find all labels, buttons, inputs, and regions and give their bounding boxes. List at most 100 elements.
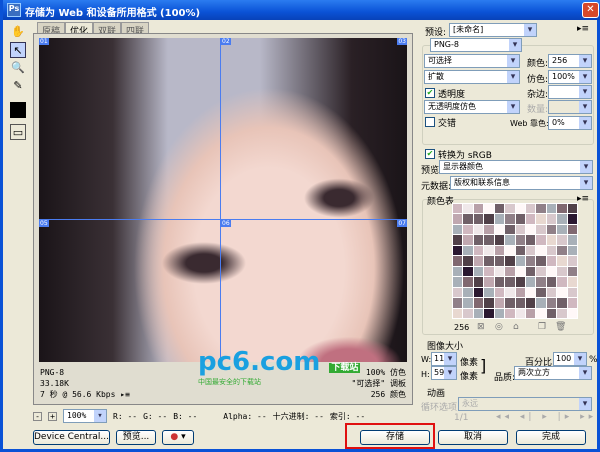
dither-algorithm-select[interactable]: 扩散 bbox=[424, 70, 520, 84]
color-swatch[interactable] bbox=[505, 298, 515, 308]
new-color-icon[interactable]: ❐ bbox=[538, 322, 546, 332]
color-swatch[interactable] bbox=[536, 245, 546, 256]
color-swatch[interactable] bbox=[567, 277, 577, 287]
color-swatch[interactable] bbox=[505, 287, 515, 298]
color-table-grid[interactable] bbox=[452, 203, 578, 319]
color-swatch[interactable] bbox=[546, 204, 557, 214]
color-swatch[interactable] bbox=[453, 235, 463, 245]
slice-label[interactable]: 01 bbox=[39, 38, 49, 45]
color-swatch[interactable] bbox=[515, 287, 525, 298]
color-swatch[interactable] bbox=[546, 256, 557, 266]
color-swatch[interactable] bbox=[546, 277, 557, 287]
color-swatch[interactable] bbox=[546, 287, 557, 298]
transparency-checkbox[interactable]: ✔ bbox=[425, 88, 435, 98]
color-swatch[interactable] bbox=[505, 256, 515, 266]
menu-icon[interactable]: ▸≡ bbox=[120, 390, 130, 399]
color-swatch[interactable] bbox=[515, 224, 525, 235]
transparency-dither-select[interactable]: 无透明度仿色 bbox=[424, 100, 520, 114]
color-swatch[interactable] bbox=[546, 308, 557, 318]
color-swatch[interactable] bbox=[536, 287, 546, 298]
color-swatch[interactable] bbox=[473, 298, 484, 308]
color-swatch[interactable] bbox=[567, 298, 577, 308]
color-swatch[interactable] bbox=[494, 214, 505, 224]
color-swatch[interactable] bbox=[453, 214, 463, 224]
color-reduction-select[interactable]: 可选择 bbox=[424, 54, 520, 68]
color-swatch[interactable] bbox=[536, 224, 546, 235]
zoom-select[interactable]: 100% bbox=[63, 409, 107, 423]
color-swatch[interactable] bbox=[567, 245, 577, 256]
color-swatch[interactable] bbox=[473, 224, 484, 235]
height-input[interactable]: 591 bbox=[431, 366, 457, 380]
color-swatch[interactable] bbox=[515, 245, 525, 256]
color-swatch[interactable] bbox=[484, 256, 494, 266]
color-swatch[interactable] bbox=[453, 298, 463, 308]
color-swatch[interactable] bbox=[567, 308, 577, 318]
zoom-tool-icon[interactable]: 🔍 bbox=[10, 60, 26, 76]
color-swatch[interactable] bbox=[536, 256, 546, 266]
color-swatch[interactable] bbox=[484, 204, 494, 214]
delete-color-icon[interactable]: 🗑 bbox=[555, 322, 566, 332]
color-swatch[interactable] bbox=[557, 224, 567, 235]
preview-select[interactable]: 显示器颜色 bbox=[439, 160, 593, 174]
color-swatch[interactable] bbox=[453, 204, 463, 214]
color-swatch[interactable] bbox=[473, 308, 484, 318]
color-swatch[interactable] bbox=[567, 235, 577, 245]
color-swatch[interactable] bbox=[463, 214, 473, 224]
color-swatch[interactable] bbox=[453, 287, 463, 298]
color-swatch[interactable] bbox=[484, 287, 494, 298]
color-swatch[interactable] bbox=[494, 308, 505, 318]
color-swatch[interactable] bbox=[463, 224, 473, 235]
color-swatch[interactable] bbox=[484, 298, 494, 308]
color-swatch[interactable] bbox=[453, 245, 463, 256]
color-swatch[interactable] bbox=[567, 224, 577, 235]
preview-image[interactable]: 01 02 03 05 06 07 bbox=[39, 38, 407, 362]
color-swatch[interactable] bbox=[494, 287, 505, 298]
color-swatch[interactable] bbox=[525, 298, 536, 308]
color-swatch[interactable] bbox=[494, 245, 505, 256]
toggle-slices-icon[interactable]: ▭ bbox=[10, 124, 26, 140]
color-swatch[interactable] bbox=[515, 298, 525, 308]
color-swatch[interactable] bbox=[463, 245, 473, 256]
color-swatch[interactable] bbox=[557, 277, 567, 287]
color-swatch[interactable] bbox=[494, 204, 505, 214]
color-swatch[interactable] bbox=[525, 256, 536, 266]
color-swatch[interactable] bbox=[567, 256, 577, 266]
color-swatch[interactable] bbox=[557, 287, 567, 298]
color-swatch[interactable] bbox=[484, 308, 494, 318]
color-swatch[interactable] bbox=[515, 256, 525, 266]
color-swatch[interactable] bbox=[536, 235, 546, 245]
color-swatch[interactable] bbox=[546, 245, 557, 256]
convert-srgb-checkbox[interactable]: ✔ bbox=[425, 149, 435, 159]
color-swatch[interactable] bbox=[515, 235, 525, 245]
color-swatch[interactable] bbox=[505, 245, 515, 256]
lock-color-icon[interactable]: ⌂ bbox=[513, 322, 519, 332]
color-swatch[interactable] bbox=[463, 277, 473, 287]
done-button[interactable]: 完成 bbox=[516, 430, 586, 445]
color-swatch[interactable] bbox=[525, 214, 536, 224]
color-swatch[interactable] bbox=[473, 204, 484, 214]
slice-select-tool-icon[interactable]: ↖ bbox=[10, 42, 26, 58]
slice-label[interactable]: 06 bbox=[221, 220, 231, 227]
color-swatch[interactable] bbox=[505, 277, 515, 287]
metadata-select[interactable]: 版权和联系信息 bbox=[450, 176, 593, 190]
color-swatch[interactable] bbox=[494, 224, 505, 235]
color-swatch[interactable] bbox=[473, 287, 484, 298]
color-swatch[interactable] bbox=[557, 214, 567, 224]
color-swatch[interactable] bbox=[505, 308, 515, 318]
percent-input[interactable]: 100 bbox=[553, 352, 587, 366]
color-swatch[interactable] bbox=[525, 245, 536, 256]
slice-label[interactable]: 02 bbox=[221, 38, 231, 45]
color-swatch[interactable] bbox=[567, 204, 577, 214]
color-swatch[interactable] bbox=[515, 204, 525, 214]
color-swatch[interactable] bbox=[463, 235, 473, 245]
color-swatch[interactable] bbox=[505, 214, 515, 224]
color-swatch[interactable] bbox=[505, 224, 515, 235]
color-swatch[interactable] bbox=[515, 277, 525, 287]
constrain-link-icon[interactable]: ] bbox=[480, 356, 486, 375]
color-swatch[interactable] bbox=[505, 266, 515, 277]
color-swatch[interactable] bbox=[525, 277, 536, 287]
eyedropper-tool-icon[interactable]: ✎ bbox=[10, 78, 26, 94]
color-swatch[interactable] bbox=[536, 204, 546, 214]
color-swatch[interactable] bbox=[484, 224, 494, 235]
color-swatch[interactable] bbox=[567, 287, 577, 298]
